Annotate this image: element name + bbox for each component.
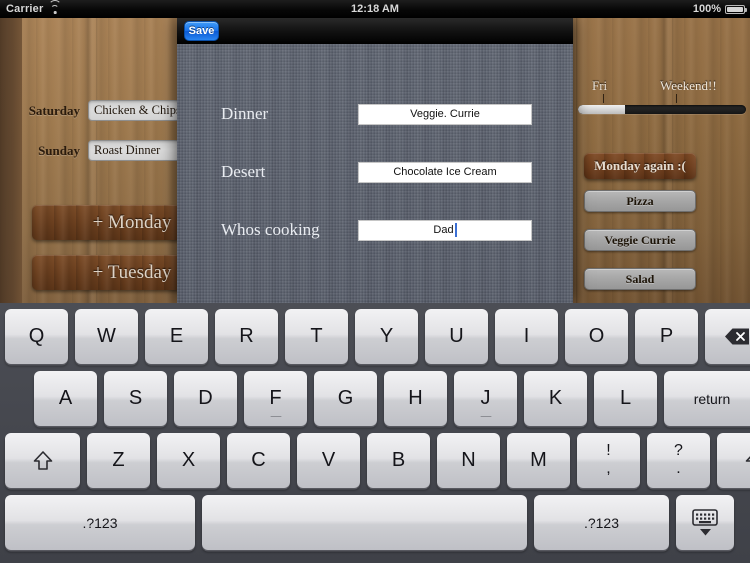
key-m[interactable]: M xyxy=(507,433,570,488)
battery-percent-label: 100% xyxy=(692,3,721,15)
key-k[interactable]: K xyxy=(524,371,587,426)
numbers-key-left[interactable]: .?123 xyxy=(5,495,195,550)
edit-meal-modal: Save Dinner Veggie. Currie Desert Chocol… xyxy=(177,18,573,303)
slider-label-weekend: Weekend!! xyxy=(660,78,717,93)
battery-icon xyxy=(725,4,747,14)
form-label-whos-cooking: Whos cooking xyxy=(221,220,320,239)
key-x[interactable]: X xyxy=(157,433,220,488)
form-row-whos-cooking: Whos cooking Dad xyxy=(177,218,573,242)
key-h[interactable]: H xyxy=(384,371,447,426)
shift-key-right[interactable] xyxy=(717,433,750,488)
key-j[interactable]: J xyxy=(454,371,517,426)
modal-body: Dinner Veggie. Currie Desert Chocolate I… xyxy=(177,44,573,303)
key-r[interactable]: R xyxy=(215,309,278,364)
key-z[interactable]: Z xyxy=(87,433,150,488)
key-p[interactable]: P xyxy=(635,309,698,364)
day-label-saturday: Saturday xyxy=(28,102,80,118)
key-y[interactable]: Y xyxy=(355,309,418,364)
slider-track[interactable] xyxy=(578,105,746,114)
onscreen-keyboard: QWERTYUIOP A S D F G H J K Lreturn Z X C V B N M!,?. .… xyxy=(0,303,750,563)
key-w[interactable]: W xyxy=(75,309,138,364)
key-n[interactable]: N xyxy=(437,433,500,488)
slider-labels: Fri Weekend!! xyxy=(578,78,746,94)
form-row-dinner: Dinner Veggie. Currie xyxy=(177,102,573,126)
key-a[interactable]: A xyxy=(34,371,97,426)
return-key[interactable]: return xyxy=(664,371,750,426)
key-s[interactable]: S xyxy=(104,371,167,426)
key-d[interactable]: D xyxy=(174,371,237,426)
key-c[interactable]: C xyxy=(227,433,290,488)
meal-button-salad[interactable]: Salad xyxy=(584,268,696,290)
key-o[interactable]: O xyxy=(565,309,628,364)
numbers-key-right[interactable]: .?123 xyxy=(534,495,669,550)
key-l[interactable]: L xyxy=(594,371,657,426)
whos-cooking-input[interactable]: Dad xyxy=(358,219,532,241)
weekend-slider[interactable]: Fri Weekend!! xyxy=(578,78,746,114)
status-bar: Carrier 12:18 AM 100% xyxy=(0,0,750,18)
keyboard-row-1: QWERTYUIOP xyxy=(0,309,750,364)
key-v[interactable]: V xyxy=(297,433,360,488)
hide-keyboard-key[interactable] xyxy=(676,495,734,550)
key-f[interactable]: F xyxy=(244,371,307,426)
delete-key[interactable] xyxy=(705,309,750,364)
key-i[interactable]: I xyxy=(495,309,558,364)
keyboard-row-3: Z X C V B N M!,?. xyxy=(0,433,750,488)
keyboard-row-2: A S D F G H J K Lreturn xyxy=(0,371,750,426)
key-question-period[interactable]: ?. xyxy=(647,433,710,488)
keyboard-row-4: .?123 .?123 xyxy=(0,495,750,550)
slider-label-fri: Fri xyxy=(592,78,608,93)
monday-again-button[interactable]: Monday again :( xyxy=(584,153,696,179)
dinner-input[interactable]: Veggie. Currie xyxy=(358,103,532,125)
key-exclamation-comma[interactable]: !, xyxy=(577,433,640,488)
slider-fill xyxy=(578,105,626,114)
text-caret xyxy=(454,223,457,237)
day-label-sunday: Sunday xyxy=(38,142,80,158)
form-label-desert: Desert xyxy=(221,162,266,181)
form-label-dinner: Dinner xyxy=(221,104,269,123)
save-button[interactable]: Save xyxy=(184,21,219,41)
status-bar-right: 100% xyxy=(692,0,747,18)
key-g[interactable]: G xyxy=(314,371,377,426)
meal-button-veggie-currie[interactable]: Veggie Currie xyxy=(584,229,696,251)
modal-navbar: Save xyxy=(177,18,573,45)
meal-button-pizza[interactable]: Pizza xyxy=(584,190,696,212)
shift-key-left[interactable] xyxy=(5,433,80,488)
form-row-desert: Desert Chocolate Ice Cream xyxy=(177,160,573,184)
ipad-screen: Carrier 12:18 AM 100% Saturday Chicken &… xyxy=(0,0,750,563)
key-e[interactable]: E xyxy=(145,309,208,364)
key-b[interactable]: B xyxy=(367,433,430,488)
clock-label: 12:18 AM xyxy=(351,3,399,15)
whos-cooking-value: Dad xyxy=(433,224,454,236)
key-t[interactable]: T xyxy=(285,309,348,364)
desert-input[interactable]: Chocolate Ice Cream xyxy=(358,161,532,183)
key-u[interactable]: U xyxy=(425,309,488,364)
slider-ticks xyxy=(578,94,746,103)
space-key[interactable] xyxy=(202,495,527,550)
status-bar-center: 12:18 AM xyxy=(0,0,750,18)
key-q[interactable]: Q xyxy=(5,309,68,364)
